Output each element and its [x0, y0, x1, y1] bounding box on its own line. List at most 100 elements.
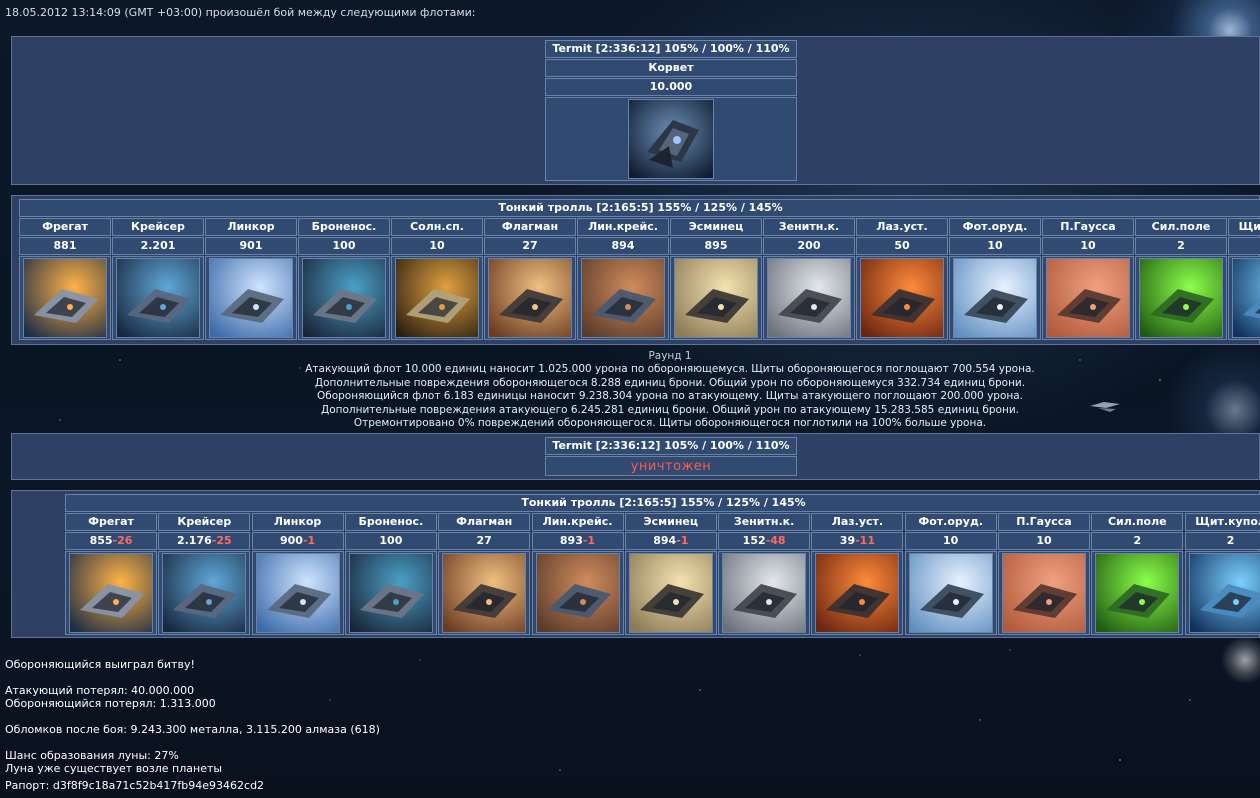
- attacker-destroyed-status: уничтожен: [545, 456, 797, 476]
- unit-count-value: 10: [1080, 239, 1096, 252]
- debris-field: Обломков после боя: 9.243.300 металла, 3…: [5, 723, 380, 736]
- unit-loss: -1: [302, 534, 316, 547]
- unit-count-value: 10: [943, 534, 959, 547]
- unit-name: Линкор: [205, 218, 297, 236]
- unit-name: Сил.поле: [1091, 513, 1184, 531]
- unit-name: Линкор: [251, 513, 344, 531]
- frigate-icon: [69, 553, 153, 633]
- unit-name: Эсминец: [624, 513, 717, 531]
- unit-name: Флагман: [484, 218, 576, 236]
- unit-name: Лин.крейс.: [531, 513, 624, 531]
- defender-after-panel: Тонкий тролль [2:165:5] 155% / 125% / 14…: [11, 490, 1260, 638]
- unit-count-value: 2.176: [176, 534, 212, 547]
- frigate-icon: [23, 258, 107, 338]
- unit-count: 10: [391, 237, 483, 255]
- unit-count: 894-1: [624, 532, 717, 550]
- unit-name: Щит.купол: [1184, 513, 1260, 531]
- unit-count: 152-48: [718, 532, 811, 550]
- unit-loss: -1: [676, 534, 689, 547]
- solar-satellite-icon: [395, 258, 479, 338]
- unit-count: 2: [1091, 532, 1184, 550]
- moon-exists: Луна уже существует возле планеты: [5, 762, 223, 775]
- unit-count: 900-1: [251, 532, 344, 550]
- photon-cannon-icon: [953, 258, 1037, 338]
- unit-name: Крейсер: [158, 513, 251, 531]
- unit-count-value: 901: [239, 239, 263, 252]
- unit-count: 200: [763, 237, 855, 255]
- unit-count: 855-26: [65, 532, 157, 550]
- flak-cannon-icon: [767, 258, 851, 338]
- unit-count: 2: [1184, 532, 1260, 550]
- unit-name: Солн.сп.: [391, 218, 483, 236]
- unit-count-value: 100: [332, 239, 356, 252]
- unit-count: 10: [949, 237, 1041, 255]
- unit-count: 27: [438, 532, 531, 550]
- shield-dome-icon: [1188, 553, 1260, 633]
- unit-name: Лаз.уст.: [811, 513, 904, 531]
- attacker-ship-name: Корвет: [545, 59, 797, 77]
- unit-name: Щит.купол: [1228, 218, 1260, 236]
- unit-count: 100: [298, 237, 390, 255]
- unit-count: 39-11: [811, 532, 904, 550]
- attacker-panel: Termit [2:336:12] 105% / 100% / 110% Кор…: [11, 36, 1260, 185]
- unit-count: 893-1: [531, 532, 624, 550]
- battle-header: 18.05.2012 13:14:09 (GMT +03:00) произош…: [5, 6, 476, 19]
- unit-name: П.Гаусса: [998, 513, 1090, 531]
- attacker-losses: Атакующий потерял: 40.000.000: [5, 684, 195, 697]
- ironclad-icon: [302, 258, 386, 338]
- unit-count: 10: [1042, 237, 1134, 255]
- unit-name: Фот.оруд.: [904, 513, 997, 531]
- battle-result: Обороняющийся выиграл битву!: [5, 658, 195, 671]
- flagship-icon: [488, 258, 572, 338]
- unit-count: 2: [1228, 237, 1260, 255]
- unit-count-value: 200: [797, 239, 821, 252]
- unit-count-value: 894: [611, 239, 635, 252]
- laser-turret-icon: [860, 258, 944, 338]
- shield-dome-icon: [1232, 258, 1260, 338]
- unit-name: Флагман: [438, 513, 531, 531]
- unit-name: Эсминец: [670, 218, 762, 236]
- unit-name: Сил.поле: [1135, 218, 1227, 236]
- unit-count-value: 2: [1226, 534, 1235, 547]
- gauss-cannon-icon: [1046, 258, 1130, 338]
- round-line: Дополнительные повреждения обороняющегос…: [314, 376, 1026, 389]
- unit-count: 2.176-25: [158, 532, 251, 550]
- cruiser-icon: [162, 553, 247, 633]
- unit-count: 2.201: [112, 237, 204, 255]
- battlecruiser-icon: [581, 258, 665, 338]
- unit-count-value: 855: [89, 534, 113, 547]
- defender-panel: Тонкий тролль [2:165:5] 155% / 125% / 14…: [11, 195, 1260, 345]
- moon-chance: Шанс образования луны: 27%: [5, 749, 179, 762]
- unit-count-value: 2: [1133, 534, 1142, 547]
- unit-count: 894: [577, 237, 669, 255]
- unit-name: Фот.оруд.: [949, 218, 1041, 236]
- attacker-title: Termit [2:336:12] 105% / 100% / 110%: [545, 40, 797, 58]
- flak-cannon-icon: [722, 553, 807, 633]
- unit-count: 27: [484, 237, 576, 255]
- unit-name: Броненос.: [298, 218, 390, 236]
- unit-count-value: 894: [653, 534, 677, 547]
- battleship-icon: [209, 258, 293, 338]
- unit-loss: -11: [855, 534, 875, 547]
- defender-title: Тонкий тролль [2:165:5] 155% / 125% / 14…: [19, 199, 1260, 217]
- unit-count-value: 10: [429, 239, 445, 252]
- corvette-icon: [628, 99, 714, 179]
- unit-count-value: 10: [987, 239, 1003, 252]
- unit-count-value: 10: [1036, 534, 1052, 547]
- round-line: Атакующий флот 10.000 единиц наносит 1.0…: [305, 363, 1035, 376]
- destroyer-icon: [674, 258, 758, 338]
- unit-name: Фрегат: [19, 218, 111, 236]
- photon-cannon-icon: [908, 553, 993, 633]
- unit-count-value: 2: [1177, 239, 1185, 252]
- unit-name: Крейсер: [112, 218, 204, 236]
- force-field-icon: [1095, 553, 1180, 633]
- unit-name: П.Гаусса: [1042, 218, 1134, 236]
- unit-count: 50: [856, 237, 948, 255]
- destroyer-icon: [628, 553, 713, 633]
- unit-loss: -1: [582, 534, 596, 547]
- flagship-icon: [442, 553, 527, 633]
- round-title: Раунд 1: [648, 350, 692, 362]
- unit-count-value: 900: [279, 534, 303, 547]
- defender-losses: Обороняющийся потерял: 1.313.000: [5, 697, 216, 710]
- unit-loss: -48: [765, 534, 786, 547]
